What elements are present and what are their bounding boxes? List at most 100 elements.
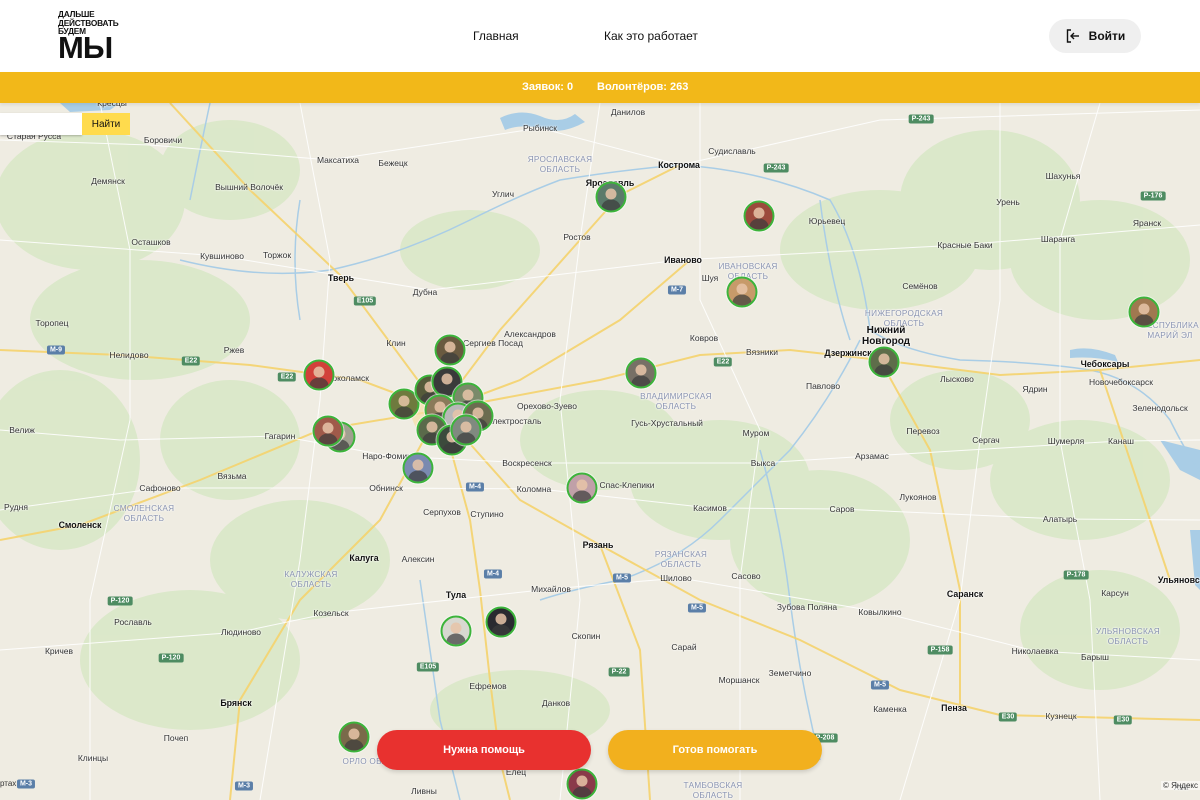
route-shield: P-158	[927, 645, 953, 655]
map-copyright[interactable]: © Яндекс	[1160, 781, 1200, 790]
city-label: Демянск	[91, 176, 125, 186]
route-shield: M-5	[612, 573, 632, 583]
volunteer-avatar-marker[interactable]	[566, 768, 598, 800]
city-label: Тверь	[327, 273, 355, 283]
volunteer-avatar-marker[interactable]	[434, 334, 466, 366]
city-label: Велиж	[9, 425, 35, 435]
route-shield: M-5	[687, 603, 707, 613]
avatar-photo	[412, 459, 424, 471]
city-label: Шахунья	[1045, 171, 1081, 181]
city-label: Красные Баки	[937, 240, 993, 250]
city-label: Кричев	[44, 646, 74, 656]
city-label: Зеленодольск	[1132, 403, 1188, 413]
city-label: Выкса	[750, 458, 776, 468]
region-label: СМОЛЕНСКАЯ ОБЛАСТЬ	[113, 504, 175, 523]
city-label: Воскресенск	[502, 458, 552, 468]
city-label: Кресцы	[97, 103, 127, 108]
avatar-photo-body	[572, 490, 592, 502]
avatar-photo	[495, 613, 507, 625]
city-label: Козельск	[313, 608, 349, 618]
map-search-input[interactable]	[0, 113, 82, 135]
need-help-button[interactable]: Нужна помощь	[377, 730, 591, 770]
city-label: Кувшиново	[200, 251, 244, 261]
volunteer-avatar-marker[interactable]	[726, 276, 758, 308]
city-label: Павлово	[805, 381, 841, 391]
region-label: НИЖЕГОРОДСКАЯ ОБЛАСТЬ	[864, 309, 944, 328]
city-label: Клин	[386, 338, 406, 348]
avatar-photo	[450, 622, 462, 634]
volunteer-avatar-marker[interactable]	[868, 346, 900, 378]
city-label: Шилово	[660, 573, 692, 583]
city-label: Ефремов	[469, 681, 507, 691]
avatar-photo-body	[601, 199, 621, 211]
avatar-photo-body	[456, 432, 476, 444]
city-label: Сергач	[972, 435, 1000, 445]
city-label: Михайлов	[531, 584, 571, 594]
route-shield: M-5	[870, 680, 890, 690]
city-label: Канаш	[1108, 436, 1134, 446]
map-edge-text: ртах	[0, 779, 17, 788]
volunteer-avatar-marker[interactable]	[485, 606, 517, 638]
map-canvas[interactable]: Кресцы Старая Русса Боровичи Максатиха Бежец…	[0, 103, 1200, 800]
city-label: Орехово-Зуево	[517, 401, 577, 411]
route-shield: E105	[416, 662, 440, 672]
volunteer-avatar-marker[interactable]	[338, 721, 370, 753]
city-label: Пенза	[941, 703, 967, 713]
route-shield: P-243	[763, 163, 789, 173]
city-label: Обнинск	[369, 483, 403, 493]
city-label: Торжок	[262, 250, 292, 260]
city-label: Лысково	[940, 374, 974, 384]
volunteer-avatar-marker[interactable]	[595, 181, 627, 213]
volunteer-avatar-marker[interactable]	[303, 359, 335, 391]
city-label: Данков	[541, 698, 571, 708]
volunteer-avatar-marker[interactable]	[743, 200, 775, 232]
city-label: Вязьма	[217, 471, 247, 481]
avatar-photo-body	[440, 352, 460, 364]
route-shield: M-7	[667, 285, 687, 295]
nav-home-link[interactable]: Главная	[473, 29, 519, 43]
avatar-photo-body	[442, 442, 462, 454]
avatar-photo	[313, 366, 325, 378]
stats-bar: Заявок: 0 Волонтёров: 263	[0, 72, 1200, 103]
avatar-photo	[398, 395, 410, 407]
volunteer-avatar-marker[interactable]	[440, 615, 472, 647]
city-label: Нелидово	[109, 350, 149, 360]
volunteer-avatar-marker[interactable]	[450, 414, 482, 446]
avatar-photo	[1138, 303, 1150, 315]
city-label: Алексин	[401, 554, 435, 564]
volunteer-avatar-marker[interactable]	[566, 472, 598, 504]
volunteer-avatar-marker[interactable]	[1128, 296, 1160, 328]
avatar-photo-body	[572, 786, 592, 798]
city-label: Барыш	[1081, 652, 1109, 662]
volunteer-avatar-marker[interactable]	[402, 452, 434, 484]
avatar-photo	[878, 353, 890, 365]
route-shield: E30	[1113, 715, 1133, 725]
region-label: ВЛАДИМИРСКАЯ ОБЛАСТЬ	[640, 392, 712, 411]
avatar-photo-body	[344, 739, 364, 751]
city-label: Юрьевец	[808, 216, 846, 226]
city-label: Перевоз	[906, 426, 940, 436]
city-label: Клинцы	[77, 753, 109, 763]
ready-to-help-button[interactable]: Готов помогать	[608, 730, 822, 770]
avatar-photo	[576, 775, 588, 787]
avatar-photo	[635, 364, 647, 376]
avatar-photo	[441, 373, 453, 385]
nav-how-it-works-link[interactable]: Как это работает	[604, 29, 698, 43]
city-label: Ржев	[223, 345, 245, 355]
login-button[interactable]: Войти	[1049, 19, 1141, 53]
logo[interactable]: ДАЛЬШЕ ДЕЙСТВОВАТЬ БУДЕМ МЫ	[58, 10, 119, 63]
city-label: Арзамас	[855, 451, 889, 461]
city-label: Рыбинск	[522, 123, 558, 133]
city-label: Вышний Волочёк	[215, 182, 283, 192]
avatar-photo-body	[874, 364, 894, 376]
map-search-button[interactable]: Найти	[82, 113, 130, 135]
avatar-photo	[460, 421, 472, 433]
avatar-photo	[736, 283, 748, 295]
city-label: Скопин	[571, 631, 601, 641]
volunteer-avatar-marker[interactable]	[625, 357, 657, 389]
avatar-photo-body	[631, 375, 651, 387]
city-label: Ступино	[470, 509, 504, 519]
volunteer-avatar-marker[interactable]	[312, 415, 344, 447]
route-shield: P-176	[1140, 191, 1166, 201]
route-shield: M-9	[46, 345, 66, 355]
